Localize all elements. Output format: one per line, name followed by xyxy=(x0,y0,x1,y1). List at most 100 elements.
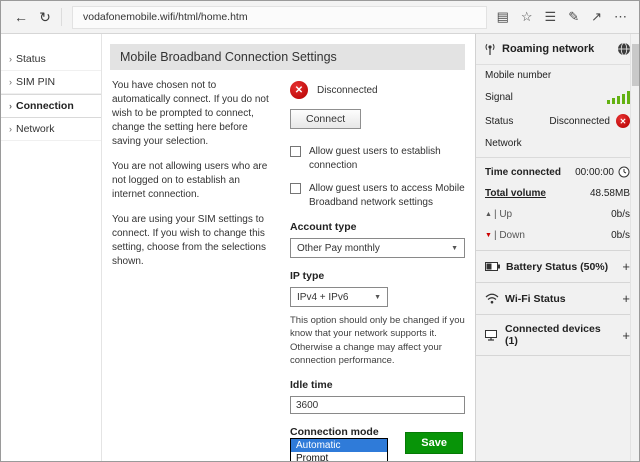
chevron-right-icon: › xyxy=(9,101,12,111)
account-type-select[interactable]: Other Pay monthly ▼ xyxy=(290,238,465,258)
connection-status-row: ✕ Disconnected xyxy=(290,81,465,99)
vertical-scrollbar[interactable] xyxy=(630,34,639,461)
save-button[interactable]: Save xyxy=(405,432,463,454)
connection-mode-option-automatic[interactable]: Automatic xyxy=(291,439,387,453)
guest-connection-checkbox-row: Allow guest users to establish connectio… xyxy=(290,145,465,172)
total-volume-link[interactable]: Total volume xyxy=(485,188,590,199)
down-label: | Down xyxy=(493,230,525,241)
refresh-icon[interactable]: ↻ xyxy=(33,9,57,26)
battery-icon xyxy=(485,262,500,271)
idle-time-input[interactable] xyxy=(290,396,465,415)
expandable-sections: Battery Status (50%) + Wi-Fi Status + Co… xyxy=(476,250,639,356)
web-note-icon[interactable]: ✎ xyxy=(568,9,579,25)
select-value: IPv4 + IPv6 xyxy=(297,291,349,303)
description-paragraph: You have chosen not to automatically con… xyxy=(112,80,269,147)
chevron-right-icon: › xyxy=(9,124,12,134)
signal-bars-icon xyxy=(607,91,630,104)
settings-body: You have chosen not to automatically con… xyxy=(110,79,465,461)
main-content: Mobile Broadband Connection Settings You… xyxy=(102,34,475,461)
description-column: You have chosen not to automatically con… xyxy=(112,79,274,461)
guest-connection-checkbox[interactable] xyxy=(290,146,301,157)
favorites-star-icon[interactable]: ☆ xyxy=(521,9,533,25)
section-label: Battery Status (50%) xyxy=(506,260,609,273)
disconnected-icon: ✕ xyxy=(290,81,308,99)
up-value: 0b/s xyxy=(611,209,630,220)
battery-status-section[interactable]: Battery Status (50%) + xyxy=(476,250,639,282)
up-label: | Up xyxy=(493,209,513,220)
connection-mode-listbox: Automatic Prompt xyxy=(290,438,388,461)
ip-type-select[interactable]: IPv4 + IPv6 ▼ xyxy=(290,287,388,307)
connected-devices-section[interactable]: Connected devices (1) + xyxy=(476,314,639,355)
browser-toolbar: ← ↻ vodafonemobile.wifi/html/home.htm ▤ … xyxy=(1,1,639,34)
down-arrow-icon: ▼ xyxy=(485,232,492,239)
ip-type-note: This option should only be changed if yo… xyxy=(290,315,465,366)
toolbar-divider xyxy=(61,8,62,26)
expand-plus-icon[interactable]: + xyxy=(622,291,630,306)
chevron-down-icon: ▼ xyxy=(451,244,458,252)
back-icon[interactable]: ← xyxy=(9,9,33,25)
connection-status-label: Disconnected xyxy=(317,84,378,96)
share-icon[interactable]: ↗ xyxy=(591,9,602,25)
status-panel: Roaming network Mobile number Signal Sta… xyxy=(475,34,639,461)
roaming-network-header: Roaming network xyxy=(476,34,639,65)
browser-window: ← ↻ vodafonemobile.wifi/html/home.htm ▤ … xyxy=(0,0,640,462)
total-volume-row: Total volume 48.58MB xyxy=(476,183,639,204)
nav-label: Connection xyxy=(16,100,74,112)
time-connected-row: Time connected 00:00:00 xyxy=(476,161,639,183)
page-title: Mobile Broadband Connection Settings xyxy=(110,44,465,70)
chevron-right-icon: › xyxy=(9,77,12,87)
mobile-number-label: Mobile number xyxy=(485,70,552,81)
sidebar-item-status[interactable]: › Status xyxy=(1,48,101,71)
reading-view-icon[interactable]: ▤ xyxy=(497,9,509,25)
toolbar-icons: ▤ ☆ ☰ ✎ ↗ ⋯ xyxy=(493,9,631,25)
scrollbar-thumb[interactable] xyxy=(632,44,639,86)
expand-plus-icon[interactable]: + xyxy=(622,259,630,274)
total-volume-value: 48.58MB xyxy=(589,188,630,199)
wifi-icon xyxy=(485,293,499,304)
devices-icon xyxy=(485,329,497,341)
account-type-label: Account type xyxy=(290,221,357,233)
panel-title: Roaming network xyxy=(502,43,595,55)
hub-icon[interactable]: ☰ xyxy=(545,9,557,25)
idle-time-label: Idle time xyxy=(290,379,333,392)
clock-icon xyxy=(618,166,630,178)
status-value: Disconnected xyxy=(549,115,610,127)
mobile-number-row: Mobile number xyxy=(476,65,639,86)
chevron-down-icon: ▼ xyxy=(374,293,381,301)
sidebar-item-sim-pin[interactable]: › SIM PIN xyxy=(1,71,101,94)
checkbox-label: Allow guest users to access Mobile Broad… xyxy=(309,183,465,208)
connection-mode-option-prompt[interactable]: Prompt xyxy=(291,452,387,461)
download-row: ▼ | Down 0b/s xyxy=(476,225,639,246)
status-row: Status Disconnected ✕ xyxy=(476,109,639,133)
description-paragraph: You are using your SIM settings to conne… xyxy=(112,214,266,267)
ip-type-label: IP type xyxy=(290,270,325,282)
address-bar[interactable]: vodafonemobile.wifi/html/home.htm xyxy=(72,5,487,29)
guest-access-checkbox[interactable] xyxy=(290,183,301,194)
left-navigation: › Status › SIM PIN › Connection › Networ… xyxy=(1,34,102,461)
guest-access-checkbox-row: Allow guest users to access Mobile Broad… xyxy=(290,182,465,209)
page-content: › Status › SIM PIN › Connection › Networ… xyxy=(1,34,639,461)
more-icon[interactable]: ⋯ xyxy=(614,9,627,25)
section-label: Wi-Fi Status xyxy=(505,292,566,305)
nav-label: Network xyxy=(16,123,55,135)
expand-plus-icon[interactable]: + xyxy=(622,328,630,343)
wifi-status-section[interactable]: Wi-Fi Status + xyxy=(476,282,639,314)
nav-label: Status xyxy=(16,53,46,65)
status-error-icon: ✕ xyxy=(616,114,630,128)
network-row: Network xyxy=(476,133,639,154)
chevron-right-icon: › xyxy=(9,54,12,64)
sidebar-item-connection[interactable]: › Connection xyxy=(1,94,101,118)
sidebar-item-network[interactable]: › Network xyxy=(1,118,101,141)
globe-icon xyxy=(618,42,630,56)
description-paragraph: You are not allowing users who are not l… xyxy=(112,161,268,200)
controls-column: ✕ Disconnected Connect Allow guest users… xyxy=(290,79,465,461)
panel-divider xyxy=(476,157,639,158)
url-text: vodafonemobile.wifi/html/home.htm xyxy=(83,11,248,23)
section-label: Connected devices (1) xyxy=(505,323,601,347)
connect-button[interactable]: Connect xyxy=(290,109,362,129)
time-connected-value: 00:00:00 xyxy=(575,166,614,178)
down-value: 0b/s xyxy=(611,230,630,241)
antenna-icon xyxy=(485,43,495,55)
status-label: Status xyxy=(485,115,514,127)
signal-label: Signal xyxy=(485,92,513,103)
